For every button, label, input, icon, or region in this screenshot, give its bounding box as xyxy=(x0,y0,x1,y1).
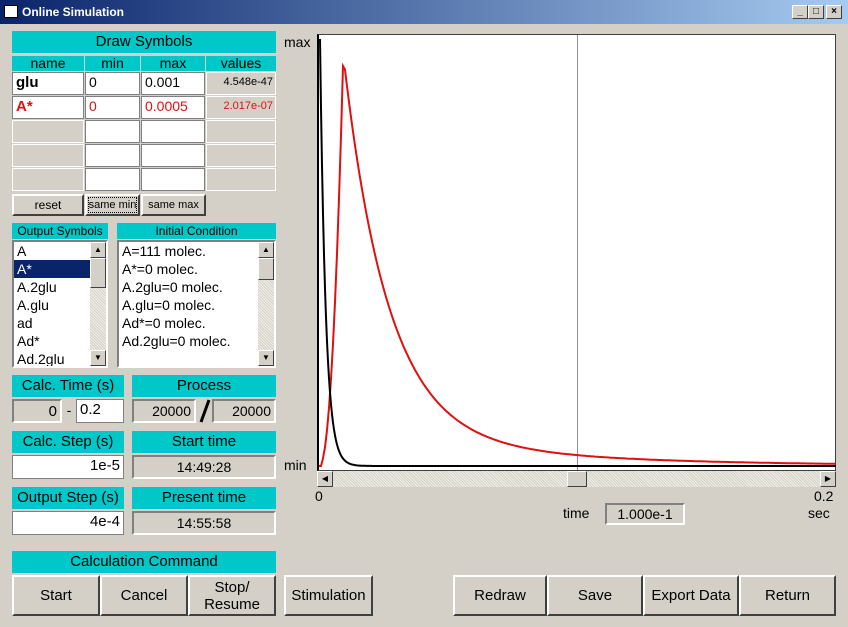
col-min: min xyxy=(85,56,140,71)
start-time-label: Start time xyxy=(132,431,276,453)
stop-resume-label-1: Stop/ xyxy=(214,578,250,596)
scroll-left-icon[interactable]: ◀ xyxy=(317,471,333,487)
calc-time-separator: - xyxy=(66,402,72,418)
close-button[interactable]: × xyxy=(826,5,842,19)
output-symbol-item[interactable]: A xyxy=(14,242,90,260)
output-symbol-item[interactable]: A.glu xyxy=(14,296,90,314)
initial-condition-item[interactable]: Ad.2glu=0 molec. xyxy=(119,332,258,350)
initial-condition-list[interactable]: A=111 molec. A*=0 molec. A.2glu=0 molec. A.… xyxy=(117,240,276,368)
time-scroll-thumb[interactable] xyxy=(567,471,587,487)
present-time-label: Present time xyxy=(132,487,276,509)
symbol-name-cell[interactable] xyxy=(12,144,84,167)
output-symbol-item[interactable]: ad xyxy=(14,314,90,332)
calc-time-label: Calc. Time (s) xyxy=(12,375,124,397)
export-data-button[interactable]: Export Data xyxy=(643,575,739,616)
initial-condition-item[interactable]: A.2glu=0 molec. xyxy=(119,278,258,296)
start-button[interactable]: Start xyxy=(12,575,100,616)
present-time-value: 14:55:58 xyxy=(132,511,276,535)
symbol-min-input[interactable] xyxy=(85,144,140,167)
symbol-min-input[interactable]: 0 xyxy=(85,96,140,119)
col-max: max xyxy=(141,56,205,71)
return-button[interactable]: Return xyxy=(739,575,836,616)
symbol-value-cell xyxy=(206,144,276,167)
cancel-button[interactable]: Cancel xyxy=(100,575,188,616)
stop-resume-button[interactable]: Stop/ Resume xyxy=(188,575,276,616)
symbol-min-input[interactable]: 0 xyxy=(85,72,140,95)
symbol-min-input[interactable] xyxy=(85,120,140,143)
title-bar: Online Simulation _ □ × xyxy=(0,0,848,24)
scroll-thumb[interactable] xyxy=(90,258,106,288)
symbol-value-cell: 4.548e-47 xyxy=(206,72,276,95)
plot-area[interactable] xyxy=(317,34,836,471)
col-name: name xyxy=(12,56,84,71)
initial-condition-item[interactable]: A*=0 molec. xyxy=(119,260,258,278)
output-step-label: Output Step (s) xyxy=(12,487,124,509)
time-label: time xyxy=(563,505,590,521)
redraw-button[interactable]: Redraw xyxy=(453,575,547,616)
symbol-value-cell xyxy=(206,168,276,191)
initial-condition-scrollbar[interactable]: ▲ ▼ xyxy=(258,242,274,366)
scroll-thumb[interactable] xyxy=(258,258,274,280)
start-time-value: 14:49:28 xyxy=(132,455,276,479)
symbol-name-cell[interactable] xyxy=(12,168,84,191)
symbol-max-input[interactable] xyxy=(141,168,205,191)
output-symbol-item[interactable]: Ad.2glu xyxy=(14,350,90,366)
col-values: values xyxy=(206,56,276,71)
save-button[interactable]: Save xyxy=(547,575,643,616)
calc-command-header: Calculation Command xyxy=(12,551,276,573)
symbol-value-cell: 2.017e-07 xyxy=(206,96,276,119)
plot-svg xyxy=(319,35,836,470)
symbol-max-input[interactable] xyxy=(141,120,205,143)
stop-resume-label-2: Resume xyxy=(204,595,260,613)
symbol-name-cell[interactable]: A* xyxy=(12,96,84,119)
initial-condition-item[interactable]: Ad*=0 molec. xyxy=(119,314,258,332)
process-current: 20000 xyxy=(132,399,196,423)
scroll-down-icon[interactable]: ▼ xyxy=(258,350,274,366)
output-symbols-header: Output Symbols xyxy=(12,223,108,239)
output-symbols-list[interactable]: A A* A.2glu A.glu ad Ad* Ad.2glu ▲ ▼ xyxy=(12,240,108,368)
output-symbols-scrollbar[interactable]: ▲ ▼ xyxy=(90,242,106,366)
x-start-label: 0 xyxy=(315,488,323,504)
window-title: Online Simulation xyxy=(22,5,125,19)
calc-step-input[interactable]: 1e-5 xyxy=(12,455,124,479)
initial-condition-item[interactable]: A=111 molec. xyxy=(119,242,258,260)
calc-time-from: 0 xyxy=(12,399,62,423)
symbol-max-input[interactable]: 0.001 xyxy=(141,72,205,95)
output-symbol-item[interactable]: Ad* xyxy=(14,332,90,350)
symbol-name-cell[interactable]: glu xyxy=(12,72,84,95)
maximize-button[interactable]: □ xyxy=(808,5,824,19)
symbol-min-input[interactable] xyxy=(85,168,140,191)
same-max-button[interactable]: same max xyxy=(141,194,206,216)
app-icon[interactable] xyxy=(4,5,18,18)
y-min-label: min xyxy=(284,457,307,473)
process-progress-icon xyxy=(198,398,212,424)
draw-symbols-header: Draw Symbols xyxy=(12,31,276,53)
time-value: 1.000e-1 xyxy=(605,503,685,525)
x-end-label: 0.2 xyxy=(814,488,834,504)
output-step-input[interactable]: 4e-4 xyxy=(12,511,124,535)
same-min-button[interactable]: same min xyxy=(85,194,140,216)
reset-button[interactable]: reset xyxy=(12,194,84,216)
calc-time-to-input[interactable]: 0.2 xyxy=(76,399,124,423)
scroll-up-icon[interactable]: ▲ xyxy=(258,242,274,258)
symbol-max-input[interactable]: 0.0005 xyxy=(141,96,205,119)
y-max-label: max xyxy=(284,34,311,50)
symbol-value-cell xyxy=(206,120,276,143)
scroll-down-icon[interactable]: ▼ xyxy=(90,350,106,366)
x-unit-label: sec xyxy=(808,505,830,521)
output-symbol-item[interactable]: A.2glu xyxy=(14,278,90,296)
initial-condition-item[interactable]: A.glu=0 molec. xyxy=(119,296,258,314)
time-scrollbar[interactable]: ◀ ▶ xyxy=(317,471,836,487)
symbol-name-cell[interactable] xyxy=(12,120,84,143)
minimize-button[interactable]: _ xyxy=(792,5,808,19)
initial-condition-header: Initial Condition xyxy=(117,223,276,239)
scroll-up-icon[interactable]: ▲ xyxy=(90,242,106,258)
calc-step-label: Calc. Step (s) xyxy=(12,431,124,453)
stimulation-button[interactable]: Stimulation xyxy=(284,575,373,616)
symbol-max-input[interactable] xyxy=(141,144,205,167)
scroll-right-icon[interactable]: ▶ xyxy=(820,471,836,487)
process-total: 20000 xyxy=(212,399,276,423)
process-label: Process xyxy=(132,375,276,397)
output-symbol-item[interactable]: A* xyxy=(14,260,90,278)
